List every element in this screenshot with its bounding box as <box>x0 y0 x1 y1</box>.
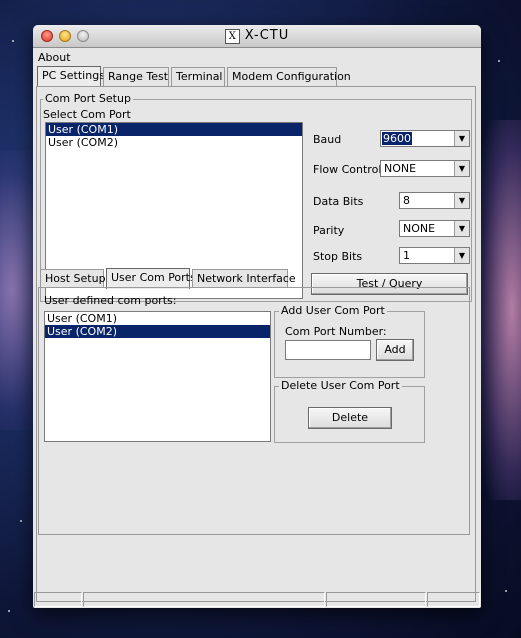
stop-bits-label: Stop Bits <box>313 250 363 263</box>
com-port-setup-title: Com Port Setup <box>43 92 133 105</box>
baud-label: Baud <box>313 133 342 146</box>
add-user-com-port-title: Add User Com Port <box>279 304 387 317</box>
desktop-nebula-right <box>476 120 521 500</box>
tab-user-com-ports[interactable]: User Com Ports <box>106 268 196 289</box>
parity-value: NONE <box>403 222 436 235</box>
parity-select[interactable]: NONE ▼ <box>399 220 470 237</box>
com-port-number-input[interactable] <box>285 340 371 360</box>
select-com-port-label: Select Com Port <box>43 108 131 121</box>
tab-host-setup[interactable]: Host Setup <box>40 269 106 288</box>
data-bits-label: Data Bits <box>313 195 364 208</box>
baud-select[interactable]: 9600 ▼ <box>380 130 470 147</box>
delete-user-com-port-title: Delete User Com Port <box>279 379 402 392</box>
user-com-ports-panel: User defined com ports: User (COM1) User… <box>38 287 470 535</box>
baud-value: 9600 <box>382 132 412 145</box>
stop-bits-select[interactable]: 1 ▼ <box>399 247 470 264</box>
tab-range-test[interactable]: Range Test <box>103 67 169 86</box>
parity-label: Parity <box>313 224 345 237</box>
window-title: X-CTU <box>244 28 290 43</box>
flow-control-label: Flow Control <box>313 163 382 176</box>
user-defined-ports-label: User defined com ports: <box>44 294 177 307</box>
x11-app-icon: X <box>224 28 240 44</box>
title-bar[interactable]: X X-CTU <box>33 25 481 48</box>
chevron-down-icon[interactable]: ▼ <box>454 131 469 146</box>
desktop-star <box>8 610 10 612</box>
desktop-star <box>20 520 22 522</box>
chevron-down-icon[interactable]: ▼ <box>454 193 469 208</box>
status-cell <box>34 592 82 607</box>
delete-button[interactable]: Delete <box>308 407 392 429</box>
menu-about[interactable]: About <box>38 51 71 64</box>
com-port-item[interactable]: User (COM1) <box>46 123 302 136</box>
status-cell <box>83 592 325 607</box>
pc-settings-panel: Com Port Setup Select Com Port User (COM… <box>36 86 476 602</box>
com-port-number-label: Com Port Number: <box>285 325 387 338</box>
user-com-port-item[interactable]: User (COM2) <box>45 325 270 338</box>
chevron-down-icon[interactable]: ▼ <box>454 248 469 263</box>
com-port-item[interactable]: User (COM2) <box>46 136 302 149</box>
status-bar <box>33 591 481 608</box>
flow-control-select[interactable]: NONE ▼ <box>380 160 470 177</box>
data-bits-select[interactable]: 8 ▼ <box>399 192 470 209</box>
add-user-com-port-group: Add User Com Port Com Port Number: Add <box>274 304 425 378</box>
window-title-wrap: X X-CTU <box>33 25 481 47</box>
tab-pc-settings[interactable]: PC Settings <box>37 66 105 87</box>
tab-modem-configuration[interactable]: Modem Configuration <box>227 67 351 86</box>
menu-bar: About <box>33 49 481 65</box>
desktop-star <box>12 40 14 42</box>
user-com-port-item[interactable]: User (COM1) <box>45 312 270 325</box>
tab-network-interface[interactable]: Network Interface <box>192 269 296 288</box>
desktop-star <box>498 60 500 62</box>
xctu-window: X X-CTU About PC Settings Range Test Term… <box>33 25 481 608</box>
chevron-down-icon[interactable]: ▼ <box>454 161 469 176</box>
user-com-port-list[interactable]: User (COM1) User (COM2) <box>44 311 271 442</box>
desktop-star <box>505 590 507 592</box>
status-cell <box>326 592 426 607</box>
add-button[interactable]: Add <box>376 339 414 361</box>
stop-bits-value: 1 <box>403 249 410 262</box>
chevron-down-icon[interactable]: ▼ <box>454 221 469 236</box>
flow-control-value: NONE <box>384 162 417 175</box>
status-cell <box>427 592 480 607</box>
delete-user-com-port-group: Delete User Com Port Delete <box>274 379 425 443</box>
tab-terminal[interactable]: Terminal <box>171 67 225 86</box>
data-bits-value: 8 <box>403 194 410 207</box>
